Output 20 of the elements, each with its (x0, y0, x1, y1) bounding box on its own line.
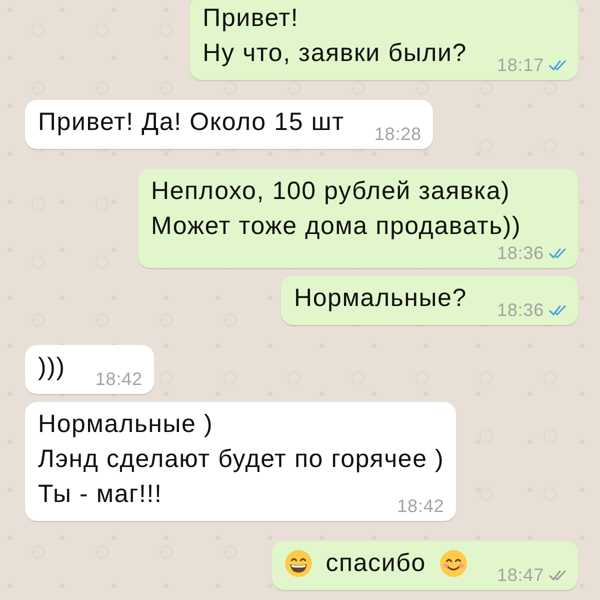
message-time: 18:36 (496, 301, 544, 319)
message-text: спасибо (326, 548, 426, 579)
message-text: Привет! Да! Около 15 шт (38, 107, 344, 138)
message-text: Может тоже дома продавать)) (151, 211, 522, 242)
message-text: Привет! (202, 3, 300, 34)
message-time: 18:42 (95, 370, 142, 388)
message-text: Неплохо, 100 рублей заявка) (151, 176, 512, 207)
message-text: Нормальные ) (38, 409, 214, 440)
message-time: 18:47 (496, 566, 544, 584)
message-text: ))) (38, 352, 66, 383)
message-time: 18:17 (496, 56, 544, 74)
message-time: 18:28 (374, 125, 422, 143)
message-text: Лэнд сделают будет по горячее ) (38, 444, 444, 475)
message-time: 18:36 (496, 244, 544, 262)
message-text: Нормальные? (294, 283, 467, 314)
grinning-face-icon (284, 550, 312, 577)
message-text: Ты - маг!!! (38, 479, 162, 510)
message-text: Ну что, заявки были? (202, 38, 467, 69)
smiling-face-icon (440, 550, 467, 577)
message-time: 18:42 (397, 497, 444, 515)
